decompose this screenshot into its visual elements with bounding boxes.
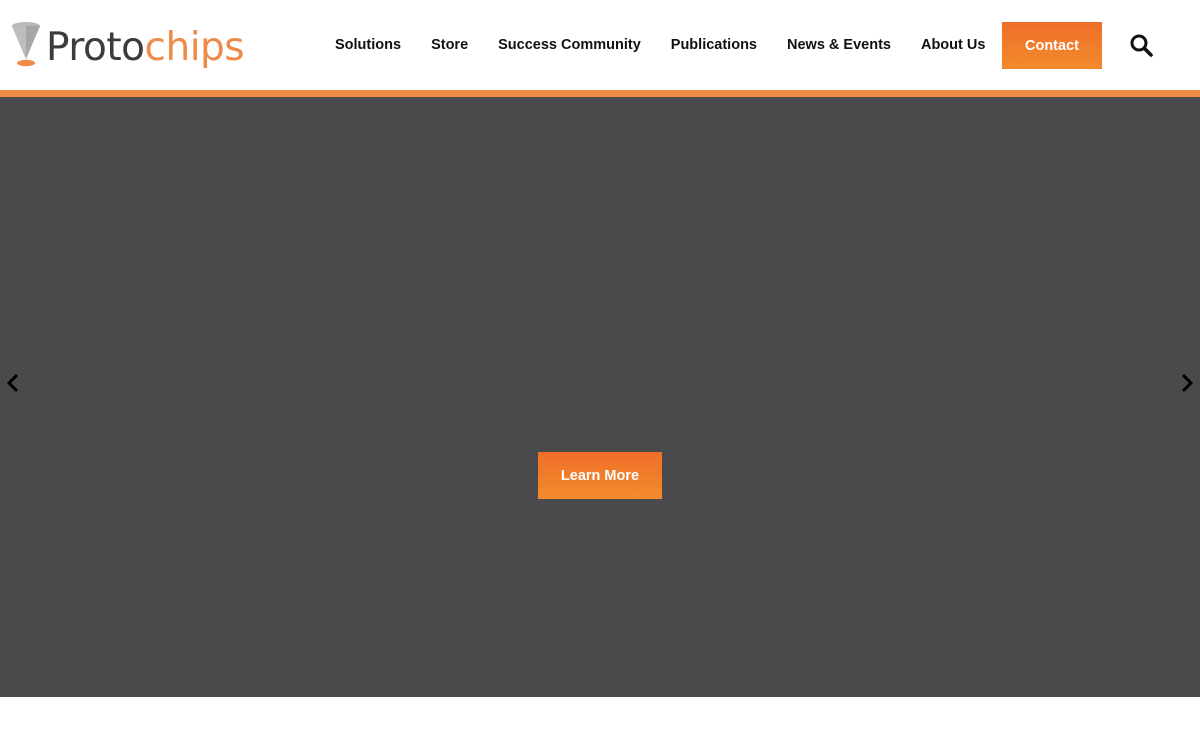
hero-slider: Learn More bbox=[0, 97, 1200, 697]
logo-text-proto: Proto bbox=[46, 24, 145, 70]
page-content-area bbox=[0, 697, 1200, 750]
chevron-right-icon bbox=[1181, 373, 1194, 393]
nav-item-store[interactable]: Store bbox=[416, 37, 483, 53]
logo-wordmark: Protochips bbox=[46, 24, 245, 70]
header-accent-bar bbox=[0, 90, 1200, 97]
search-icon bbox=[1130, 34, 1153, 57]
site-header: Protochips Solutions Store Success Commu… bbox=[0, 0, 1200, 90]
logo-cone-icon bbox=[12, 22, 40, 67]
site-logo[interactable]: Protochips bbox=[10, 16, 250, 74]
nav-item-news-events[interactable]: News & Events bbox=[772, 37, 906, 53]
nav-item-about-us[interactable]: About Us bbox=[906, 37, 1000, 53]
chevron-left-icon bbox=[6, 373, 19, 393]
learn-more-button[interactable]: Learn More bbox=[538, 452, 662, 499]
nav-item-success-community[interactable]: Success Community bbox=[483, 37, 656, 53]
nav-item-solutions[interactable]: Solutions bbox=[320, 37, 416, 53]
search-button[interactable] bbox=[1126, 30, 1156, 60]
slider-prev-button[interactable] bbox=[0, 367, 26, 399]
slider-next-button[interactable] bbox=[1174, 367, 1200, 399]
contact-button[interactable]: Contact bbox=[1002, 22, 1102, 69]
logo-text-chips: chips bbox=[144, 24, 245, 70]
main-nav: Solutions Store Success Community Public… bbox=[320, 22, 1000, 68]
nav-item-publications[interactable]: Publications bbox=[656, 37, 772, 53]
